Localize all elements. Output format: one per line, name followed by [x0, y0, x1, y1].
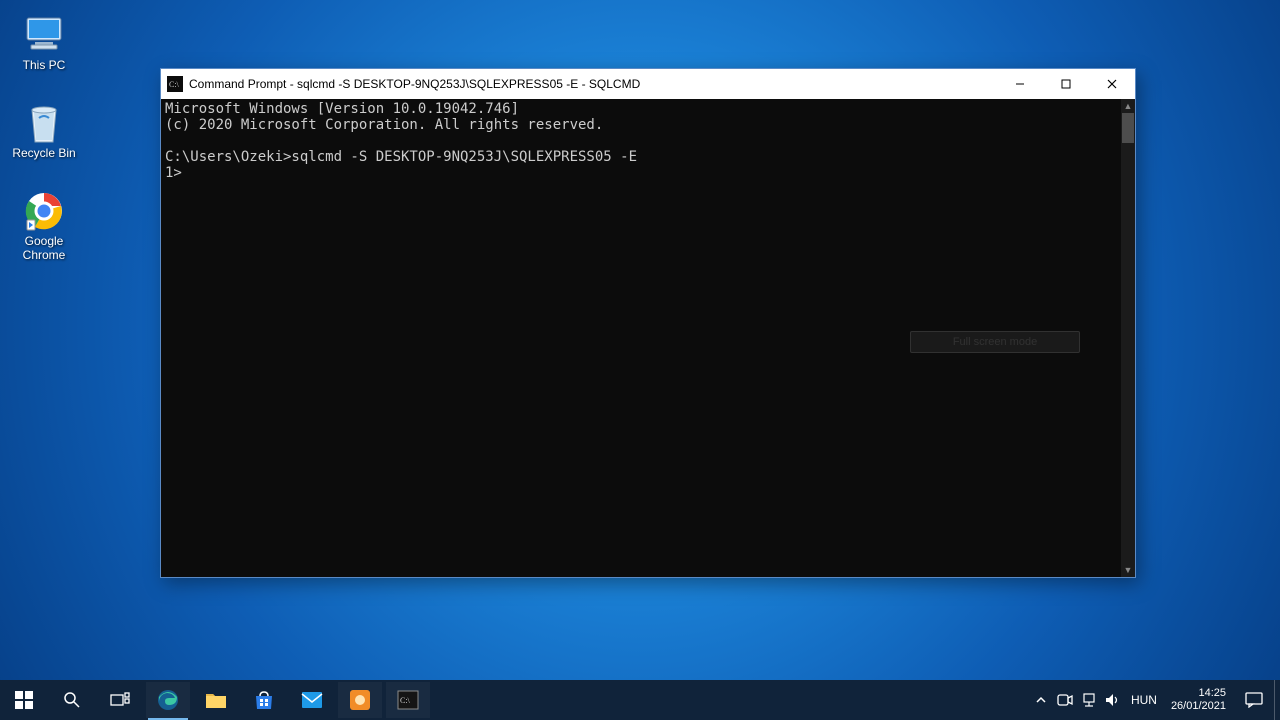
desktop-icon-chrome[interactable]: Google Chrome	[8, 190, 80, 262]
scroll-thumb[interactable]	[1122, 113, 1134, 143]
maximize-button[interactable]	[1043, 69, 1089, 99]
svg-text:C:\: C:\	[400, 696, 411, 705]
minimize-button[interactable]	[997, 69, 1043, 99]
titlebar[interactable]: C:\ Command Prompt - sqlcmd -S DESKTOP-9…	[161, 69, 1135, 99]
speaker-icon	[1105, 693, 1121, 707]
notification-icon	[1245, 692, 1263, 708]
tray-network[interactable]	[1077, 680, 1101, 720]
desktop-icon-this-pc[interactable]: This PC	[8, 14, 80, 72]
cmd-taskbar-icon: C:\	[397, 690, 419, 710]
system-tray: HUN 14:25 26/01/2021	[1029, 680, 1280, 720]
desktop: This PC Recycle Bin	[0, 0, 1280, 720]
tray-volume[interactable]	[1101, 680, 1125, 720]
window-title: Command Prompt - sqlcmd -S DESKTOP-9NQ25…	[189, 77, 640, 91]
taskbar-app-generic-orange[interactable]	[336, 680, 384, 720]
taskbar-app-mail[interactable]	[288, 680, 336, 720]
desktop-icons-column: This PC Recycle Bin	[8, 14, 88, 292]
edge-icon	[157, 689, 179, 711]
store-icon	[253, 689, 275, 711]
clock-time: 14:25	[1171, 687, 1226, 700]
svg-text:C:\: C:\	[169, 80, 180, 89]
desktop-icon-label: Google Chrome	[8, 234, 80, 262]
close-button[interactable]	[1089, 69, 1135, 99]
desktop-icon-label: This PC	[8, 58, 80, 72]
clock-date: 26/01/2021	[1171, 700, 1226, 713]
fullscreen-overlay-button[interactable]: Full screen mode	[910, 331, 1080, 353]
show-desktop-button[interactable]	[1274, 680, 1280, 720]
taskbar-app-explorer[interactable]	[192, 680, 240, 720]
search-button[interactable]	[48, 680, 96, 720]
network-icon	[1081, 693, 1097, 707]
windows-logo-icon	[15, 691, 33, 709]
scroll-up-icon[interactable]: ▲	[1121, 99, 1135, 113]
terminal-body[interactable]: Microsoft Windows [Version 10.0.19042.74…	[161, 99, 1135, 577]
this-pc-icon	[20, 14, 68, 54]
tray-overflow-button[interactable]	[1029, 680, 1053, 720]
desktop-icon-recycle-bin[interactable]: Recycle Bin	[8, 102, 80, 160]
taskbar: C:\	[0, 680, 1280, 720]
mail-icon	[301, 691, 323, 709]
clock[interactable]: 14:25 26/01/2021	[1163, 680, 1234, 720]
language-indicator[interactable]: HUN	[1125, 680, 1163, 720]
recycle-bin-icon	[20, 102, 68, 142]
scrollbar[interactable]: ▲ ▼	[1121, 99, 1135, 577]
taskbar-app-cmd[interactable]: C:\	[384, 680, 432, 720]
chevron-up-icon	[1036, 695, 1046, 705]
task-view-icon	[110, 692, 130, 708]
taskbar-app-edge[interactable]	[144, 680, 192, 720]
orange-app-icon	[349, 689, 371, 711]
scroll-down-icon[interactable]: ▼	[1121, 563, 1135, 577]
camera-icon	[1057, 693, 1073, 707]
search-icon	[63, 691, 81, 709]
cmd-icon: C:\	[167, 76, 183, 92]
folder-icon	[205, 690, 227, 710]
taskbar-left: C:\	[0, 680, 432, 720]
task-view-button[interactable]	[96, 680, 144, 720]
chrome-icon	[20, 190, 68, 230]
desktop-icon-label: Recycle Bin	[8, 146, 80, 160]
taskbar-app-store[interactable]	[240, 680, 288, 720]
tray-meet-now[interactable]	[1053, 680, 1077, 720]
command-prompt-window: C:\ Command Prompt - sqlcmd -S DESKTOP-9…	[160, 68, 1136, 578]
start-button[interactable]	[0, 680, 48, 720]
action-center-button[interactable]	[1234, 680, 1274, 720]
